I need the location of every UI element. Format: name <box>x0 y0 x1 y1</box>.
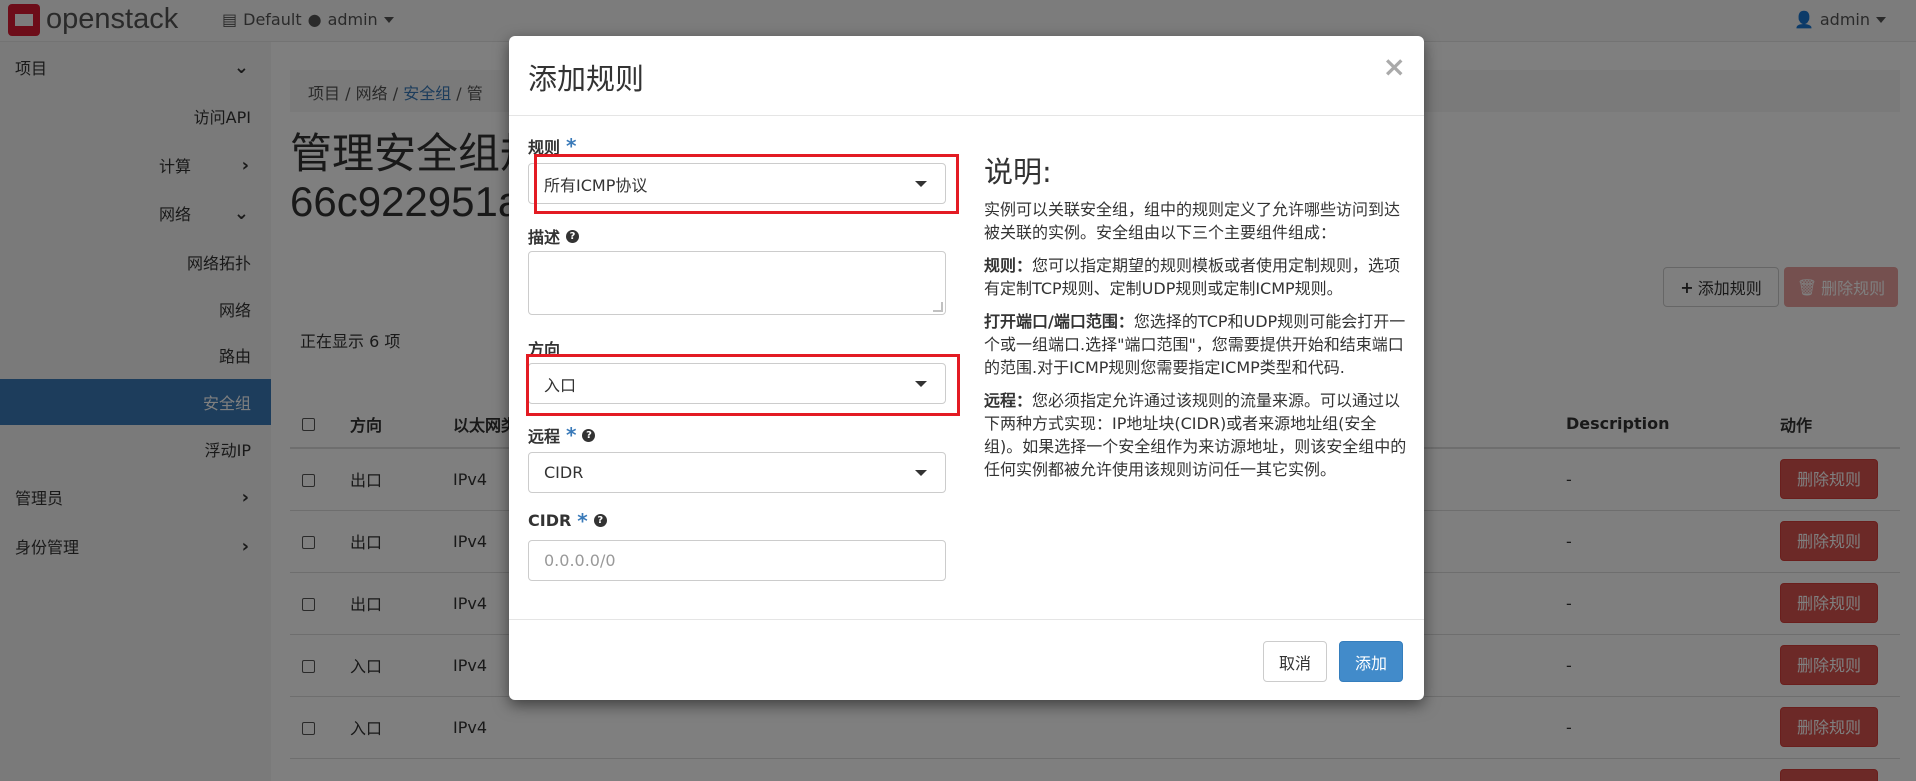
cancel-button[interactable]: 取消 <box>1263 641 1327 682</box>
cidr-placeholder: 0.0.0.0/0 <box>544 551 616 570</box>
cidr-input[interactable]: 0.0.0.0/0 <box>528 540 946 581</box>
remote-select[interactable]: CIDR <box>528 452 946 493</box>
help-intro: 实例可以关联安全组，组中的规则定义了允许哪些访问到达被关联的实例。安全组由以下三… <box>984 200 1401 242</box>
close-icon[interactable]: × <box>1383 50 1406 83</box>
help-remote: 远程：您必须指定允许通过该规则的流量来源。可以通过以下两种方式实现：IP地址块(… <box>984 389 1414 481</box>
help-icon[interactable]: ? <box>566 229 580 243</box>
description-textarea[interactable] <box>528 251 946 315</box>
cidr-label-text: CIDR <box>528 511 572 530</box>
required-asterisk-icon: * <box>566 423 577 447</box>
add-rule-modal: 添加规则 × 规则 * 所有ICMP协议 描述 ? 方向 入口 远程 * ? C… <box>509 36 1424 700</box>
help-panel: 说明: 实例可以关联安全组，组中的规则定义了允许哪些访问到达被关联的实例。安全组… <box>984 154 1414 491</box>
required-asterisk-icon: * <box>566 134 577 158</box>
modal-title: 添加规则 <box>528 62 645 96</box>
cidr-label: CIDR * ? <box>528 508 607 533</box>
modal-footer: 取消 添加 <box>509 619 1424 700</box>
submit-button[interactable]: 添加 <box>1339 641 1403 682</box>
help-remote-text: 您必须指定允许通过该规则的流量来源。可以通过以下两种方式实现：IP地址块(CID… <box>984 391 1407 479</box>
remote-label: 远程 * ? <box>528 423 596 447</box>
help-rules-title: 规则： <box>984 256 1033 275</box>
description-label: 描述 ? <box>528 224 580 248</box>
help-rules: 规则：您可以指定期望的规则模板或者使用定制规则，选项有定制TCP规则、定制UDP… <box>984 254 1414 300</box>
help-ports-title: 打开端口/端口范围： <box>984 312 1134 331</box>
help-remote-title: 远程： <box>984 391 1033 410</box>
help-heading: 说明: <box>984 155 1052 189</box>
resize-handle-icon[interactable] <box>933 302 943 312</box>
highlight-box-rule <box>534 154 959 214</box>
modal-header: 添加规则 × <box>509 36 1424 116</box>
help-icon[interactable]: ? <box>582 428 596 442</box>
help-rules-text: 您可以指定期望的规则模板或者使用定制规则，选项有定制TCP规则、定制UDP规则或… <box>984 256 1401 298</box>
description-label-text: 描述 <box>528 228 561 247</box>
required-asterisk-icon: * <box>577 508 588 533</box>
help-icon[interactable]: ? <box>593 514 607 527</box>
caret-down-icon <box>915 470 927 476</box>
highlight-box-direction <box>526 354 960 416</box>
help-ports: 打开端口/端口范围：您选择的TCP和UDP规则可能会打开一个或一组端口.选择"端… <box>984 310 1414 379</box>
remote-label-text: 远程 <box>528 427 561 446</box>
remote-select-value: CIDR <box>544 463 584 482</box>
